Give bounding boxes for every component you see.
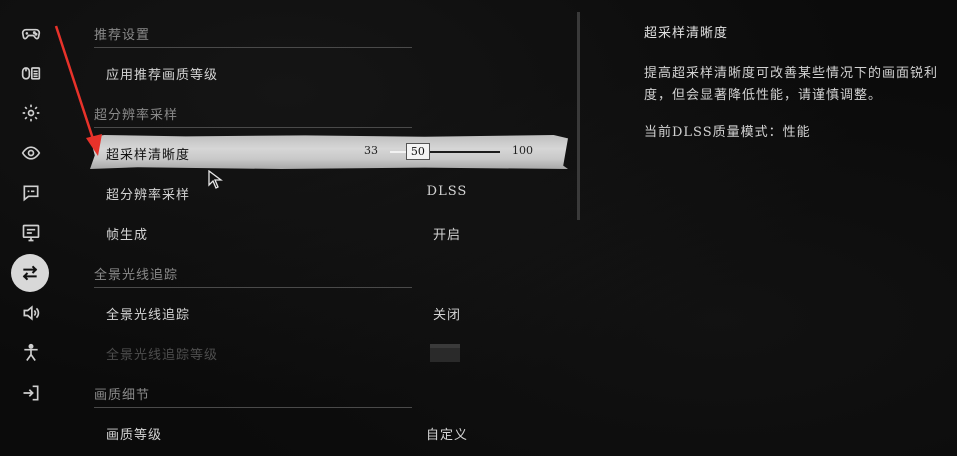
keyboard-mouse-icon[interactable] [15, 57, 47, 89]
detail-panel: 超采样清晰度 提高超采样清晰度可改善某些情况下的画面锐利度，但会显著降低性能，请… [644, 22, 944, 140]
row-value: DLSS [426, 184, 468, 199]
settings-sidebar [0, 0, 62, 456]
row-path-tracing[interactable]: 全景光线追踪 关闭 [88, 296, 568, 328]
disabled-control [430, 344, 460, 362]
subtitles-icon[interactable] [15, 177, 47, 209]
row-value: 自定义 [426, 428, 469, 443]
row-label: 帧生成 [106, 228, 149, 243]
row-label: 超采样清晰度 [106, 148, 191, 163]
graphics-sliders-icon[interactable] [11, 254, 49, 292]
slider-max-value: 100 [512, 144, 533, 157]
eye-icon[interactable] [15, 137, 47, 169]
audio-icon[interactable] [15, 297, 47, 329]
row-label: 全景光线追踪等级 [106, 348, 219, 363]
section-header-super-resolution: 超分辨率采样 [94, 104, 412, 128]
section-header-recommended: 推荐设置 [94, 24, 412, 48]
row-value: 开启 [432, 228, 461, 243]
slider-thumb[interactable]: 50 [405, 143, 430, 160]
section-header-path-tracing: 全景光线追踪 [94, 264, 412, 288]
slider-min-value: 33 [364, 144, 378, 157]
scrollbar[interactable] [577, 12, 580, 220]
row-upscaling[interactable]: 超分辨率采样 DLSS [88, 176, 568, 208]
accessibility-icon[interactable] [15, 337, 47, 369]
row-label: 应用推荐画质等级 [106, 68, 219, 83]
gear-icon[interactable] [15, 97, 47, 129]
row-value: 关闭 [432, 308, 461, 323]
exit-icon[interactable] [15, 377, 47, 409]
row-label: 超分辨率采样 [106, 188, 191, 203]
row-apply-recommended[interactable]: 应用推荐画质等级 [88, 56, 568, 88]
detail-title: 超采样清晰度 [644, 26, 729, 41]
detail-dlss-mode: 当前DLSS质量模式：性能 [644, 125, 811, 140]
row-label: 画质等级 [106, 428, 163, 443]
mouse-cursor-icon [208, 170, 223, 189]
section-header-quality-details: 画质细节 [94, 384, 412, 408]
row-sharpness-selected[interactable]: 超采样清晰度 33 50 100 [90, 135, 568, 169]
row-frame-generation[interactable]: 帧生成 开启 [88, 216, 568, 248]
display-icon[interactable] [15, 217, 47, 249]
settings-list: 推荐设置 应用推荐画质等级 超分辨率采样 超采样清晰度 33 50 100 超分… [88, 0, 578, 456]
gamepad-icon[interactable] [15, 17, 47, 49]
row-path-tracing-level: 全景光线追踪等级 [88, 336, 568, 368]
row-quality-level[interactable]: 画质等级 自定义 [88, 416, 568, 448]
detail-description: 提高超采样清晰度可改善某些情况下的画面锐利度，但会显著降低性能，请谨慎调整。 [644, 66, 939, 103]
row-label: 全景光线追踪 [106, 308, 191, 323]
